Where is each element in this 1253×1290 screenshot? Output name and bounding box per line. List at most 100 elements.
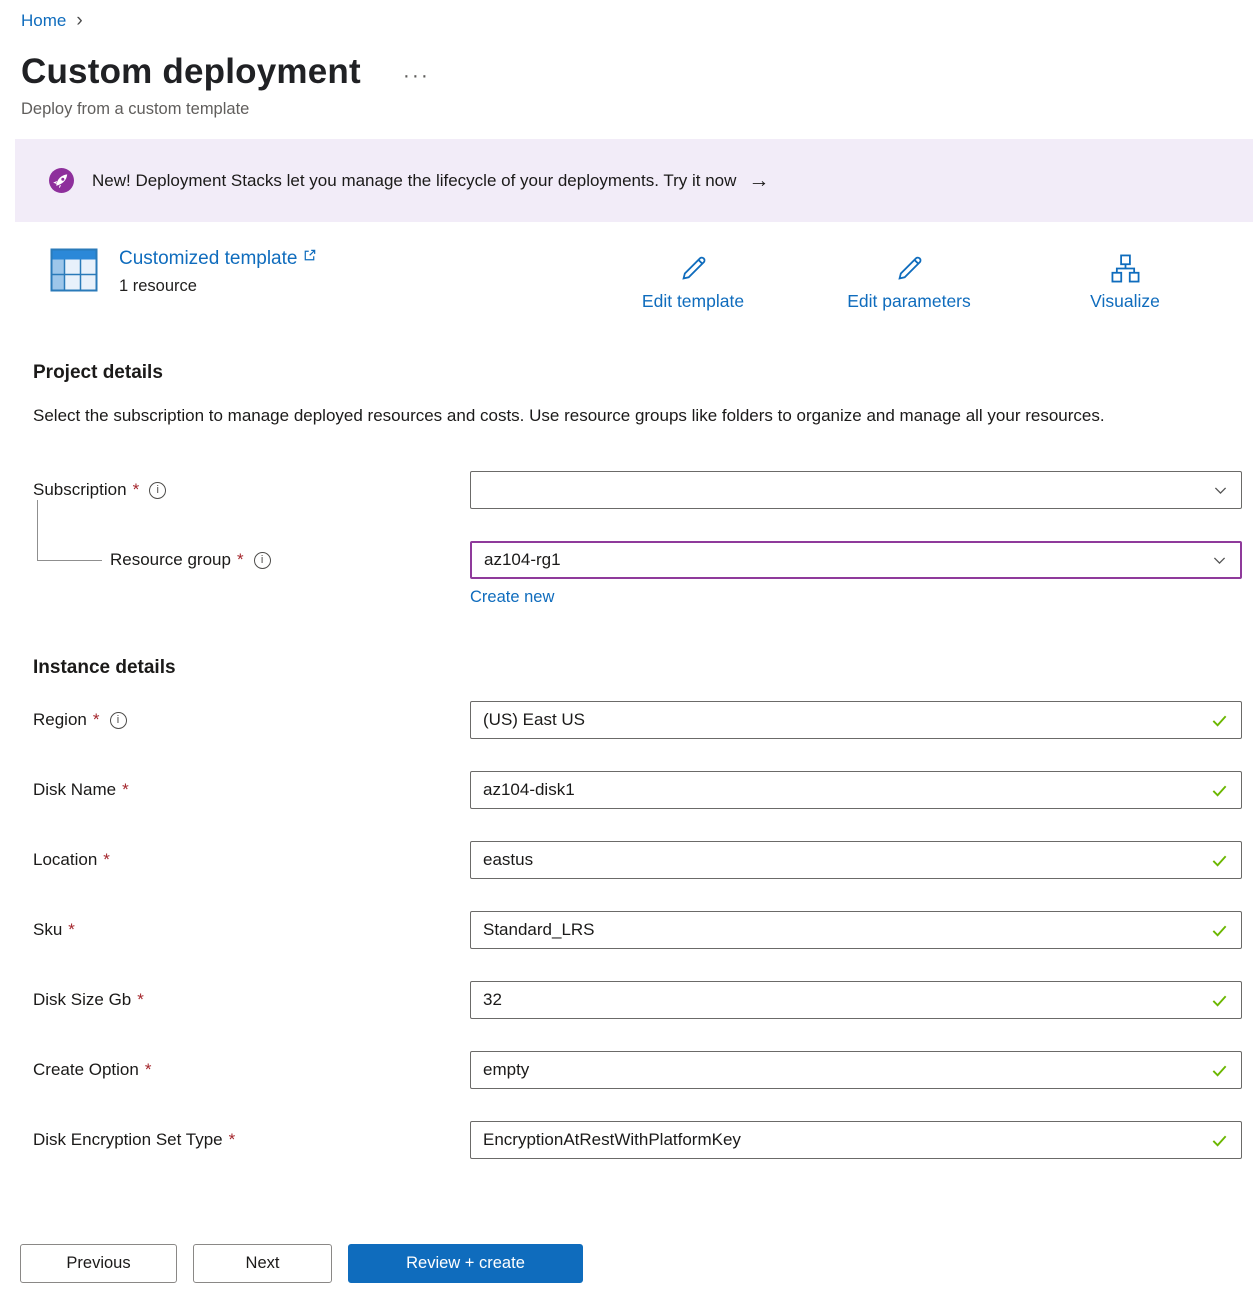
check-icon — [1210, 921, 1229, 940]
location-field-row: Location * eastus — [33, 841, 1253, 879]
template-summary-row: Customized template 1 resource — [50, 248, 1233, 312]
edit-template-button[interactable]: Edit template — [585, 252, 801, 312]
page-subtitle: Deploy from a custom template — [21, 100, 1253, 119]
breadcrumb-chevron-icon: › — [76, 10, 82, 32]
create-option-label: Create Option — [33, 1060, 139, 1080]
subscription-info-icon[interactable]: i — [149, 482, 166, 499]
check-icon — [1210, 711, 1229, 730]
visualize-button[interactable]: Visualize — [1017, 252, 1233, 312]
resource-group-input-stack: az104-rg1 Create new — [470, 541, 1242, 607]
disk-encryption-set-type-label: Disk Encryption Set Type — [33, 1130, 223, 1150]
sku-label-group: Sku * — [33, 920, 470, 940]
required-asterisk: * — [237, 550, 244, 570]
region-label-group: Region * i — [33, 710, 470, 730]
region-label: Region — [33, 710, 87, 730]
required-asterisk: * — [93, 710, 100, 730]
next-button[interactable]: Next — [193, 1244, 332, 1283]
instance-details-heading: Instance details — [33, 657, 1253, 679]
pencil-icon — [677, 252, 710, 285]
template-text-block: Customized template 1 resource — [119, 248, 317, 296]
chevron-down-icon — [1211, 552, 1228, 569]
visualize-label: Visualize — [1090, 291, 1160, 312]
disk-name-value: az104-disk1 — [483, 780, 1202, 800]
sku-field-row: Sku * Standard_LRS — [33, 911, 1253, 949]
resource-group-value: az104-rg1 — [484, 550, 1203, 570]
disk-encryption-set-type-field-row: Disk Encryption Set Type * EncryptionAtR… — [33, 1121, 1253, 1159]
disk-size-gb-input[interactable]: 32 — [470, 981, 1242, 1019]
edit-template-label: Edit template — [642, 291, 744, 312]
resource-group-field-row: Resource group * i az104-rg1 Create new — [33, 541, 1253, 607]
required-asterisk: * — [68, 920, 75, 940]
pencil-icon — [893, 252, 926, 285]
create-new-link[interactable]: Create new — [470, 588, 554, 607]
location-input[interactable]: eastus — [470, 841, 1242, 879]
breadcrumb: Home › — [21, 10, 1253, 32]
resource-group-select[interactable]: az104-rg1 — [470, 541, 1242, 579]
required-asterisk: * — [145, 1060, 152, 1080]
subscription-label-group: Subscription * i — [33, 480, 470, 500]
sku-input[interactable]: Standard_LRS — [470, 911, 1242, 949]
check-icon — [1210, 851, 1229, 870]
required-asterisk: * — [133, 480, 140, 500]
resource-count: 1 resource — [119, 277, 317, 296]
instance-fields: Region * i (US) East US Disk Name * az10… — [33, 701, 1253, 1159]
create-option-label-group: Create Option * — [33, 1060, 470, 1080]
resource-group-label: Resource group — [110, 550, 231, 570]
title-row: Custom deployment ··· — [21, 52, 1253, 92]
disk-size-gb-field-row: Disk Size Gb * 32 — [33, 981, 1253, 1019]
review-create-button[interactable]: Review + create — [348, 1244, 583, 1283]
edit-parameters-button[interactable]: Edit parameters — [801, 252, 1017, 312]
project-details-heading: Project details — [33, 362, 1253, 384]
required-asterisk: * — [103, 850, 110, 870]
location-value: eastus — [483, 850, 1202, 870]
create-option-input[interactable]: empty — [470, 1051, 1242, 1089]
location-label-group: Location * — [33, 850, 470, 870]
try-it-now-arrow-icon[interactable]: → — [748, 169, 769, 193]
required-asterisk: * — [122, 780, 129, 800]
banner-message: New! Deployment Stacks let you manage th… — [92, 171, 736, 191]
visualize-icon — [1109, 252, 1142, 285]
subscription-select[interactable] — [470, 471, 1242, 509]
disk-name-label: Disk Name — [33, 780, 116, 800]
more-menu-button[interactable]: ··· — [403, 64, 430, 88]
disk-encryption-set-type-input[interactable]: EncryptionAtRestWithPlatformKey — [470, 1121, 1242, 1159]
disk-size-gb-label-group: Disk Size Gb * — [33, 990, 470, 1010]
region-field-row: Region * i (US) East US — [33, 701, 1253, 739]
previous-button[interactable]: Previous — [20, 1244, 177, 1283]
region-value: (US) East US — [483, 710, 1202, 730]
disk-size-gb-label: Disk Size Gb — [33, 990, 131, 1010]
check-icon — [1210, 781, 1229, 800]
template-grid-icon — [50, 248, 98, 292]
required-asterisk: * — [137, 990, 144, 1010]
subscription-label: Subscription — [33, 480, 127, 500]
resource-group-connector-line — [37, 500, 102, 561]
project-details-description: Select the subscription to manage deploy… — [33, 400, 1183, 431]
sku-label: Sku — [33, 920, 62, 940]
breadcrumb-home-link[interactable]: Home — [21, 11, 66, 31]
create-option-value: empty — [483, 1060, 1202, 1080]
create-option-field-row: Create Option * empty — [33, 1051, 1253, 1089]
disk-name-label-group: Disk Name * — [33, 780, 470, 800]
resource-group-info-icon[interactable]: i — [254, 552, 271, 569]
edit-parameters-label: Edit parameters — [847, 291, 971, 312]
project-fields: Subscription * i Resource group * i az10… — [33, 471, 1253, 607]
deployment-stacks-banner: New! Deployment Stacks let you manage th… — [15, 139, 1253, 222]
chevron-down-icon — [1212, 482, 1229, 499]
external-link-icon — [302, 248, 317, 263]
disk-size-gb-value: 32 — [483, 990, 1202, 1010]
region-input[interactable]: (US) East US — [470, 701, 1242, 739]
sku-value: Standard_LRS — [483, 920, 1202, 940]
disk-name-field-row: Disk Name * az104-disk1 — [33, 771, 1253, 809]
region-info-icon[interactable]: i — [110, 712, 127, 729]
check-icon — [1210, 991, 1229, 1010]
disk-encryption-set-type-label-group: Disk Encryption Set Type * — [33, 1130, 470, 1150]
customized-template-link[interactable]: Customized template — [119, 248, 317, 270]
footer-bar: Previous Next Review + create — [0, 1218, 1253, 1290]
disk-encryption-set-type-value: EncryptionAtRestWithPlatformKey — [483, 1130, 1202, 1150]
subscription-field-row: Subscription * i — [33, 471, 1253, 509]
custom-deployment-page: Home › Custom deployment ··· Deploy from… — [0, 10, 1253, 1159]
customized-template-label: Customized template — [119, 248, 297, 270]
required-asterisk: * — [229, 1130, 236, 1150]
page-title: Custom deployment — [21, 52, 361, 92]
disk-name-input[interactable]: az104-disk1 — [470, 771, 1242, 809]
